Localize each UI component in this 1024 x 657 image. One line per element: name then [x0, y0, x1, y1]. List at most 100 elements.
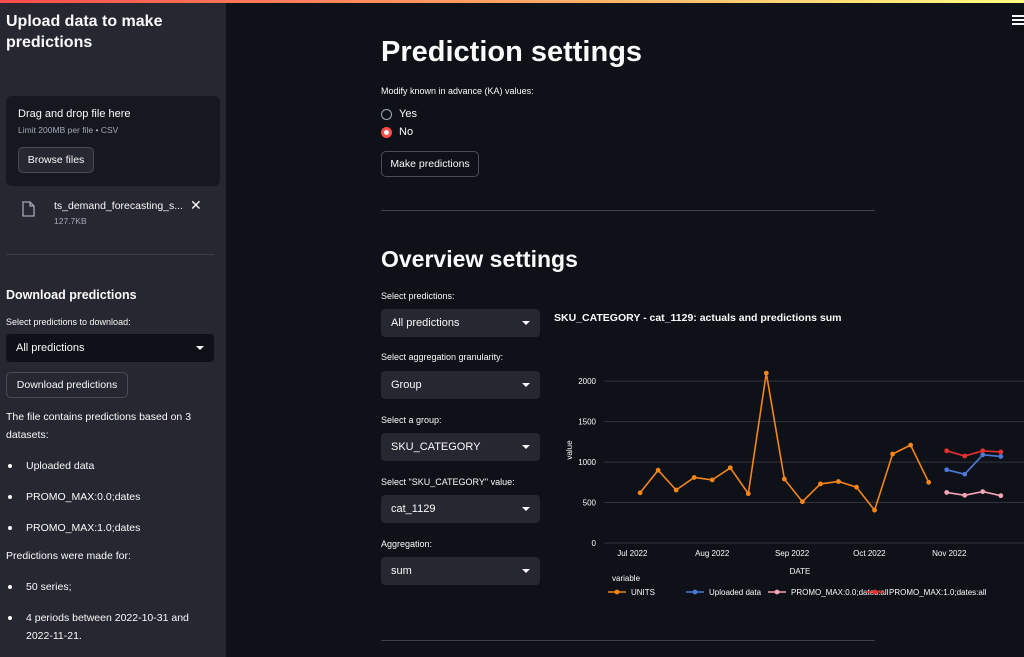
data-point [727, 465, 733, 471]
data-point [800, 499, 805, 505]
data-point [998, 449, 1004, 455]
download-heading: Download predictions [6, 288, 137, 302]
legend-marker [614, 589, 620, 595]
browse-files-button[interactable]: Browse files [18, 147, 94, 173]
data-point [980, 489, 986, 495]
legend-marker [774, 589, 780, 595]
data-point [655, 467, 661, 473]
legend-entry: PROMO_MAX:1.0;dates:all [889, 588, 987, 597]
legend-marker [872, 589, 878, 595]
control-label: Select a group: [381, 415, 442, 425]
uploaded-file: ts_demand_forecasting_s... 127.7KB ✕ [6, 196, 220, 232]
ka-label: Modify known in advance (KA) values: [381, 86, 534, 96]
series-line [639, 372, 930, 512]
x-axis-label: DATE [790, 567, 811, 576]
select-value: SKU_CATEGORY [391, 441, 481, 453]
chevron-down-icon [522, 507, 530, 511]
sidebar-title: Upload data to make predictions [6, 13, 163, 51]
info-text: The file contains predictions based on 3… [6, 411, 192, 441]
x-tick-label: Oct 2022 [853, 549, 886, 558]
prediction-settings-title: Prediction settings [381, 36, 643, 68]
select-value: All predictions [391, 317, 460, 329]
data-point [818, 481, 823, 487]
overview-settings-title: Overview settings [381, 246, 578, 272]
radio-no[interactable]: No [381, 126, 413, 138]
data-point [944, 490, 950, 495]
data-point [998, 454, 1004, 459]
select-group-dropdown[interactable]: SKU_CATEGORY [381, 433, 540, 461]
select-value: Group [391, 379, 422, 391]
download-predictions-select[interactable]: All predictions [6, 334, 214, 362]
sidebar-divider [6, 254, 214, 255]
y-tick-label: 0 [592, 539, 597, 548]
data-point [854, 484, 859, 490]
file-uploader-dropzone[interactable]: Drag and drop file here Limit 200MB per … [6, 96, 220, 186]
data-point [781, 476, 787, 482]
control-label: Select aggregation granularity: [381, 352, 504, 362]
list-item: PROMO_MAX:1.0;dates [6, 519, 211, 537]
remove-file-icon[interactable]: ✕ [190, 197, 202, 214]
data-point [890, 451, 895, 457]
select-predictions-dropdown[interactable]: All predictions [381, 309, 540, 337]
radio-label: Yes [399, 108, 417, 120]
data-point [691, 475, 697, 480]
data-point [908, 442, 914, 448]
y-tick-label: 500 [583, 499, 597, 508]
file-name: ts_demand_forecasting_s... [54, 200, 183, 212]
y-tick-label: 2000 [578, 377, 596, 386]
section-divider [381, 210, 875, 211]
download-predictions-button[interactable]: Download predictions [6, 372, 128, 398]
radio-label: No [399, 126, 414, 138]
make-predictions-button[interactable]: Make predictions [381, 151, 479, 177]
radio-yes[interactable]: Yes [381, 108, 417, 120]
data-point [673, 487, 679, 493]
y-axis-label: value [565, 440, 574, 460]
series-line [946, 453, 1001, 476]
sidebar: Upload data to make predictions Drag and… [0, 3, 226, 657]
select-value: cat_1129 [391, 503, 436, 515]
data-point [745, 491, 751, 497]
chevron-down-icon [522, 569, 530, 573]
list-item: PROMO_MAX:0.0;dates [6, 488, 211, 506]
control-label: Select "SKU_CATEGORY" value: [381, 477, 515, 487]
select-category-value-dropdown[interactable]: cat_1129 [381, 495, 540, 523]
data-point [962, 471, 968, 477]
file-icon [22, 201, 35, 217]
x-tick-label: Nov 2022 [932, 549, 967, 558]
y-tick-label: 1500 [578, 418, 596, 427]
select-granularity-dropdown[interactable]: Group [381, 371, 540, 399]
series-line [946, 490, 1001, 497]
legend-entry: Uploaded data [709, 588, 762, 597]
select-aggregation-dropdown[interactable]: sum [381, 557, 540, 585]
data-point [836, 479, 841, 484]
data-point [763, 370, 769, 376]
list-item: 4 periods between 2022-10-31 and 2022-11… [6, 609, 211, 645]
hamburger-menu-icon[interactable] [1012, 15, 1024, 27]
x-tick-label: Jul 2022 [617, 549, 648, 558]
data-point [709, 477, 715, 483]
x-tick-label: Sep 2022 [775, 549, 810, 558]
data-point [872, 507, 877, 513]
data-point [962, 453, 968, 459]
uploader-title: Drag and drop file here [18, 108, 131, 120]
legend-title: variable [612, 574, 641, 583]
radio-circle-icon [381, 108, 392, 120]
chevron-down-icon [522, 445, 530, 449]
data-point [998, 493, 1004, 499]
y-tick-label: 1000 [578, 458, 596, 467]
data-point [944, 467, 950, 473]
made-for-text: Predictions were made for: [6, 550, 131, 562]
data-point [637, 490, 643, 496]
chevron-down-icon [522, 383, 530, 387]
chevron-down-icon [196, 346, 204, 350]
data-point [926, 479, 932, 485]
line-chart: 0 500 1000 1500 2000 Jul 2022 Aug 2022 Sep 2022… [565, 370, 1024, 597]
list-item: Uploaded data [6, 457, 211, 475]
select-value: sum [391, 565, 412, 577]
data-point [980, 448, 986, 454]
list-item: 50 series; [6, 578, 211, 596]
download-select-value: All predictions [16, 342, 85, 354]
chevron-down-icon [522, 321, 530, 325]
file-size: 127.7KB [54, 216, 87, 226]
section-divider [381, 640, 875, 641]
